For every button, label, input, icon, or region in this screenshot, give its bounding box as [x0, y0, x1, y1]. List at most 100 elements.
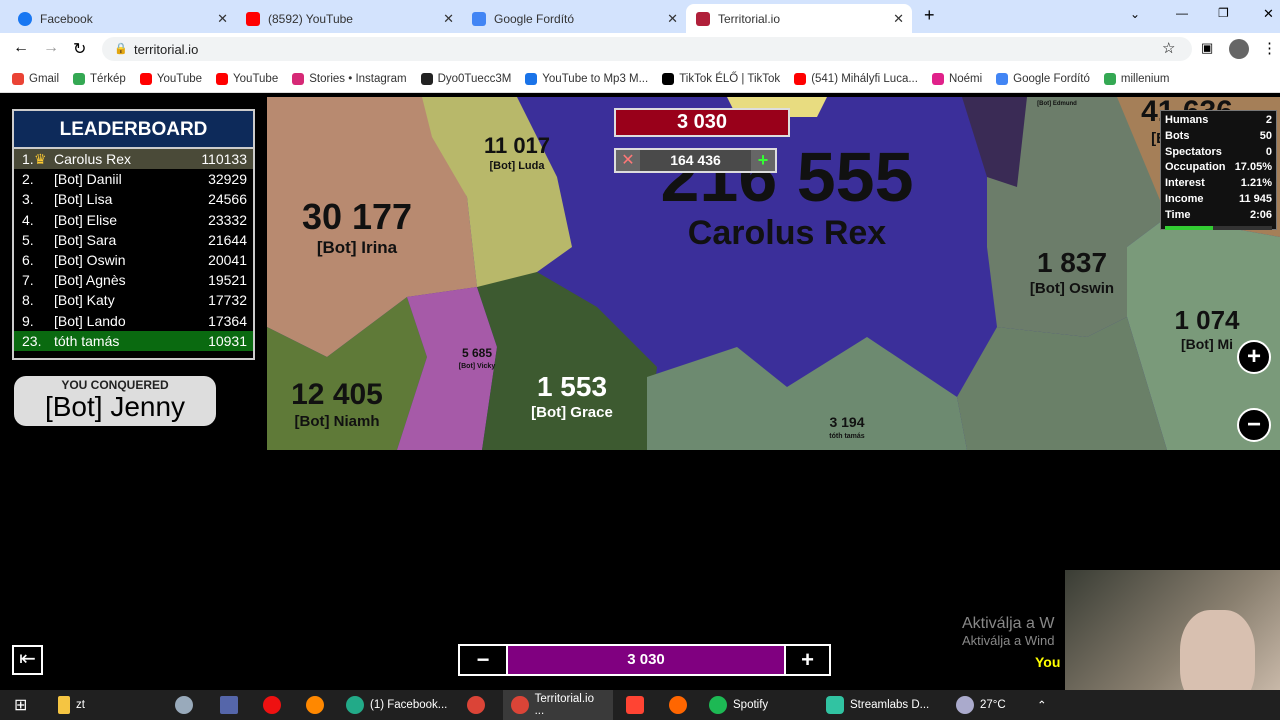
bookmark-item[interactable]: YouTube to Mp3 M...	[525, 72, 648, 85]
taskbar-app[interactable]	[220, 690, 238, 720]
bookmark-item[interactable]: millenium	[1103, 72, 1170, 85]
bookmark-label: YouTube	[156, 72, 203, 85]
player-score: 21644	[208, 231, 247, 248]
taskbar-item-folder[interactable]: zt	[58, 690, 85, 720]
close-icon[interactable]: ✕	[443, 11, 454, 27]
bookmark-label: YouTube	[233, 72, 279, 85]
decrease-ratio-button[interactable]: −	[460, 646, 506, 674]
close-window-button[interactable]: ✕	[1263, 6, 1274, 22]
tab-youtube[interactable]: (8592) YouTube ✕	[236, 4, 462, 33]
taskbar-item-facebook[interactable]: (1) Facebook...	[346, 690, 447, 720]
sidebar-icon[interactable]: ▣	[1201, 40, 1213, 56]
bookmark-label: Noémi	[948, 72, 983, 85]
bookmark-label: Dyo0Tuecc3M	[437, 72, 512, 85]
taskbar-item-spotify[interactable]: Spotify	[709, 690, 768, 720]
streamlabs-icon	[826, 696, 844, 714]
bookmark-item[interactable]: Térkép	[73, 72, 126, 85]
taskbar-item-streamlabs[interactable]: Streamlabs D...	[826, 690, 929, 720]
territory-label: [Bot] Edmund	[987, 97, 1127, 107]
new-tab-button[interactable]: +	[924, 5, 935, 26]
troop-ratio-value[interactable]: 3 030	[506, 646, 786, 674]
weather-widget[interactable]: 27°C	[956, 690, 1006, 720]
game-map[interactable]: 216 555 Carolus Rex 11 017 [Bot] Luda 30 177…	[267, 97, 1280, 450]
reload-icon[interactable]: ↻	[73, 39, 86, 59]
star-icon[interactable]: ☆	[1162, 39, 1175, 57]
add-attack-button[interactable]: +	[751, 150, 775, 171]
leaderboard-row: 1. ♛ Carolus Rex 110133	[14, 149, 253, 170]
taskbar-app[interactable]	[467, 690, 485, 720]
tab-label: (8592) YouTube	[268, 11, 353, 26]
webcam-overlay: You	[1035, 570, 1280, 710]
bookmark-item[interactable]: TikTok ÉLŐ | TikTok	[662, 72, 781, 85]
bookmark-item[interactable]: Gmail	[12, 72, 59, 85]
tab-search-icon[interactable]: ⌄	[1130, 7, 1140, 21]
taskbar-app[interactable]	[669, 690, 687, 720]
paint-icon	[175, 696, 193, 714]
bookmark-item[interactable]: Noémi	[931, 72, 983, 85]
bookmark-icon	[292, 72, 305, 85]
chrome-icon	[511, 696, 529, 714]
tab-territorial[interactable]: Territorial.io ✕	[686, 4, 912, 33]
taskbar-app[interactable]	[626, 690, 644, 720]
bookmark-item[interactable]: Stories • Instagram	[292, 72, 407, 85]
bookmark-item[interactable]: Dyo0Tuecc3M	[420, 72, 512, 85]
weather-icon	[956, 696, 974, 714]
territory-owner: [Bot] Vicky	[458, 363, 496, 370]
bookmark-icon	[525, 72, 538, 85]
leaderboard-row: 6. [Bot] Oswin 20041	[14, 249, 253, 271]
tab-facebook[interactable]: Facebook ✕	[8, 4, 236, 33]
minimize-button[interactable]: —	[1176, 6, 1188, 20]
stat-row: Income 11 945	[1165, 192, 1272, 208]
exit-icon[interactable]: ⇤	[12, 645, 43, 675]
firefox-icon	[306, 696, 324, 714]
taskbar-app[interactable]	[306, 690, 324, 720]
stat-value: 17.05%	[1234, 161, 1272, 174]
conquered-name: [Bot] Jenny	[44, 391, 186, 422]
territory-owner: [Bot] Irina	[316, 238, 398, 257]
territory-owner: [Bot] Grace	[531, 404, 613, 421]
increase-ratio-button[interactable]: +	[786, 646, 829, 674]
stat-value: 11 945	[1238, 192, 1272, 205]
bookmark-item[interactable]: YouTube	[139, 72, 203, 85]
url-field[interactable]: 🔒 territorial.io	[102, 37, 1192, 61]
cancel-attack-button[interactable]: ✕	[616, 150, 640, 171]
forward-icon[interactable]: →	[43, 39, 59, 57]
bookmark-item[interactable]: (541) Mihályfi Luca...	[794, 72, 918, 85]
bookmark-icon	[996, 72, 1009, 85]
back-icon[interactable]: ←	[13, 39, 29, 57]
stat-label: Time	[1165, 208, 1191, 221]
troop-ratio-bar[interactable]: − 3 030 +	[458, 644, 831, 676]
bookmark-item[interactable]: YouTube	[216, 72, 279, 85]
youtube-icon	[246, 11, 260, 26]
leaderboard: LEADERBOARD 1. ♛ Carolus Rex 110133 2. [Bot] …	[12, 109, 255, 360]
taskbar-item-territorial[interactable]: Territorial.io ...	[503, 690, 613, 720]
taskbar-app[interactable]	[175, 690, 193, 720]
maximize-button[interactable]: ❐	[1218, 6, 1229, 20]
player-name: [Bot] Katy	[54, 292, 115, 309]
player-name: [Bot] Lando	[54, 312, 126, 329]
bookmark-item[interactable]: Google Fordító	[996, 72, 1090, 85]
bookmark-label: TikTok ÉLŐ | TikTok	[679, 72, 781, 85]
zoom-in-button[interactable]: +	[1237, 340, 1271, 374]
avatar[interactable]	[1229, 39, 1249, 59]
opera-icon	[263, 696, 281, 714]
tray-chevron-icon[interactable]: ⌃	[1037, 690, 1047, 720]
zoom-out-button[interactable]: −	[1237, 408, 1271, 442]
menu-icon[interactable]: ⋮	[1262, 39, 1277, 57]
player-score: 17732	[208, 292, 247, 309]
bookmark-label: millenium	[1120, 72, 1170, 85]
start-icon[interactable]: ⊞	[14, 690, 27, 720]
taskbar-app[interactable]	[263, 690, 281, 720]
bookmarks-bar: Gmail Térkép YouTube YouTube Stories • Insta…	[0, 65, 1280, 93]
close-icon[interactable]: ✕	[893, 11, 904, 27]
bookmark-icon	[1103, 72, 1116, 85]
player-score: 10931	[208, 332, 247, 349]
bookmark-icon	[420, 72, 433, 85]
tab-google-translate[interactable]: Google Fordító ✕	[462, 4, 686, 33]
close-icon[interactable]: ✕	[217, 11, 228, 27]
rank: 9.	[22, 312, 34, 329]
close-icon[interactable]: ✕	[667, 11, 678, 27]
bookmark-label: (541) Mihályfi Luca...	[811, 72, 918, 85]
stat-label: Spectators	[1165, 145, 1222, 158]
player-name: [Bot] Daniil	[54, 171, 122, 188]
